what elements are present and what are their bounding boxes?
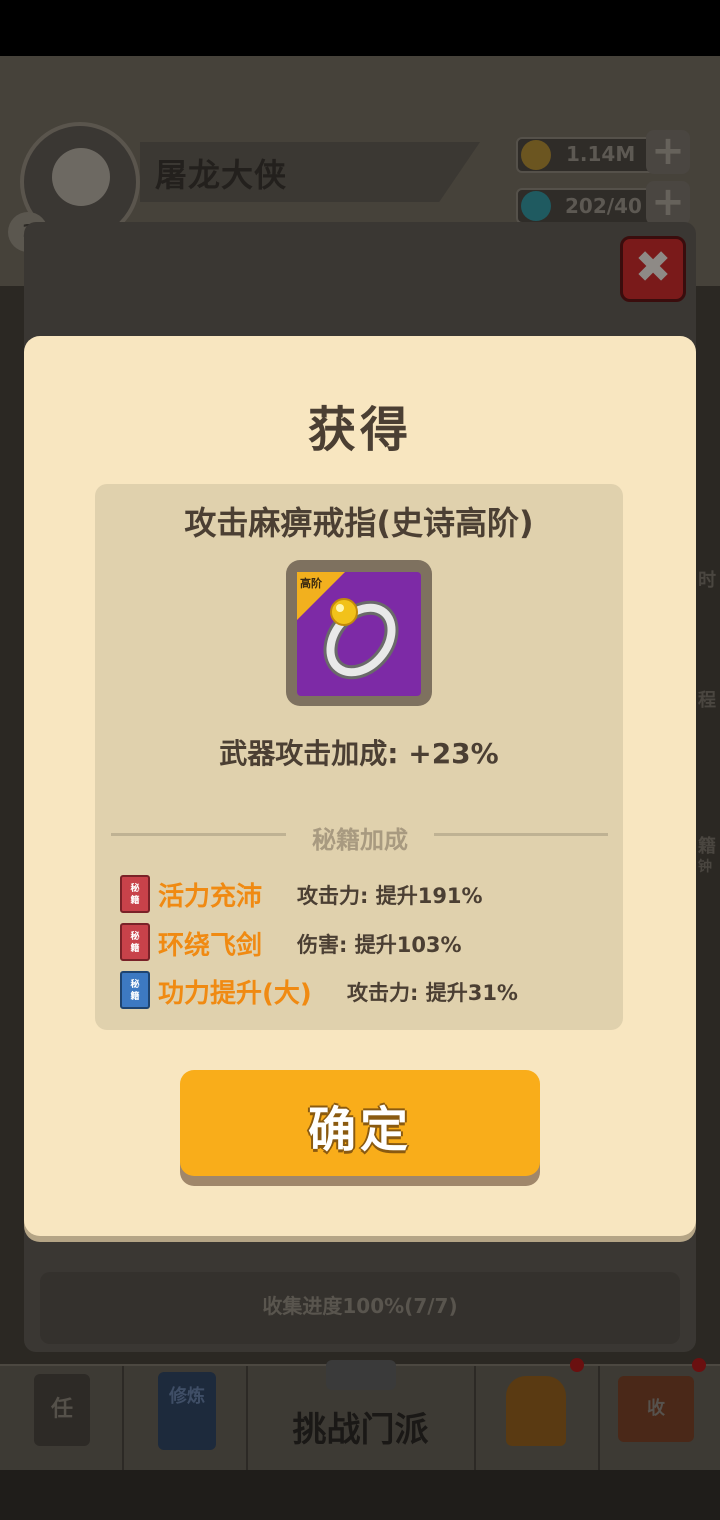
book-title: 活力充沛 — [158, 882, 263, 912]
nav-cultivate[interactable]: 修炼 — [124, 1366, 248, 1470]
bottom-strip — [0, 1470, 720, 1520]
item-name: 攻击麻痹戒指(史诗高阶) — [184, 504, 534, 542]
book-title: 环绕飞剑 — [158, 931, 263, 961]
close-button[interactable]: ✖ — [620, 236, 686, 302]
collect-progress-text: 收集进度100%(7/7) — [262, 1294, 458, 1318]
secret-bonus-header: 秘籍加成 — [312, 826, 408, 854]
confirm-button-label: 确定 — [307, 1102, 412, 1158]
modal-title: 获得 — [307, 402, 412, 458]
book-icon: 秘籍 — [120, 923, 150, 961]
notification-dot — [570, 1358, 584, 1372]
task-scroll-icon: 任 — [34, 1374, 90, 1446]
side-label: 程 — [698, 690, 716, 711]
add-coins-button[interactable]: + — [646, 130, 690, 174]
side-label: 钟 — [698, 859, 712, 875]
book-effect: 攻击力: 提升31% — [347, 981, 518, 1005]
status-bar — [0, 0, 720, 56]
add-energy-button[interactable]: + — [646, 181, 690, 225]
ring-icon — [323, 598, 399, 680]
book-icon: 秘籍 — [120, 971, 150, 1009]
coin-icon — [521, 140, 551, 170]
book-glyph: 秘籍 — [130, 980, 140, 1002]
avatar-face — [52, 148, 110, 206]
collect-house-icon: 收 — [618, 1376, 694, 1442]
energy-amount: 202/40 — [565, 194, 642, 218]
book-glyph: 秘籍 — [130, 932, 140, 954]
book-glyph: 秘籍 — [130, 884, 140, 906]
book-effect: 伤害: 提升103% — [297, 933, 462, 957]
notification-dot — [692, 1358, 706, 1372]
divider-right — [434, 833, 608, 836]
item-stat: 武器攻击加成: +23% — [219, 737, 499, 770]
divider-left — [111, 833, 286, 836]
nav-challenge-label: 挑战门派 — [292, 1410, 429, 1450]
book-title: 功力提升(大) — [158, 979, 312, 1009]
side-label: 籍 — [698, 836, 716, 857]
energy-icon — [521, 191, 551, 221]
player-name: 屠龙大侠 — [155, 156, 288, 194]
nav-collect[interactable]: 收 — [600, 1358, 720, 1470]
nav-task[interactable]: 任 — [0, 1366, 124, 1470]
helmet-icon — [506, 1376, 566, 1446]
book-effect: 攻击力: 提升191% — [297, 884, 483, 908]
cultivate-book-icon: 修炼 — [158, 1372, 216, 1450]
book-icon: 秘籍 — [120, 875, 150, 913]
coin-amount: 1.14M — [566, 142, 636, 166]
nav-helmet[interactable] — [476, 1358, 600, 1470]
crossed-swords-icon — [326, 1360, 396, 1390]
side-label: 时 — [698, 570, 716, 591]
